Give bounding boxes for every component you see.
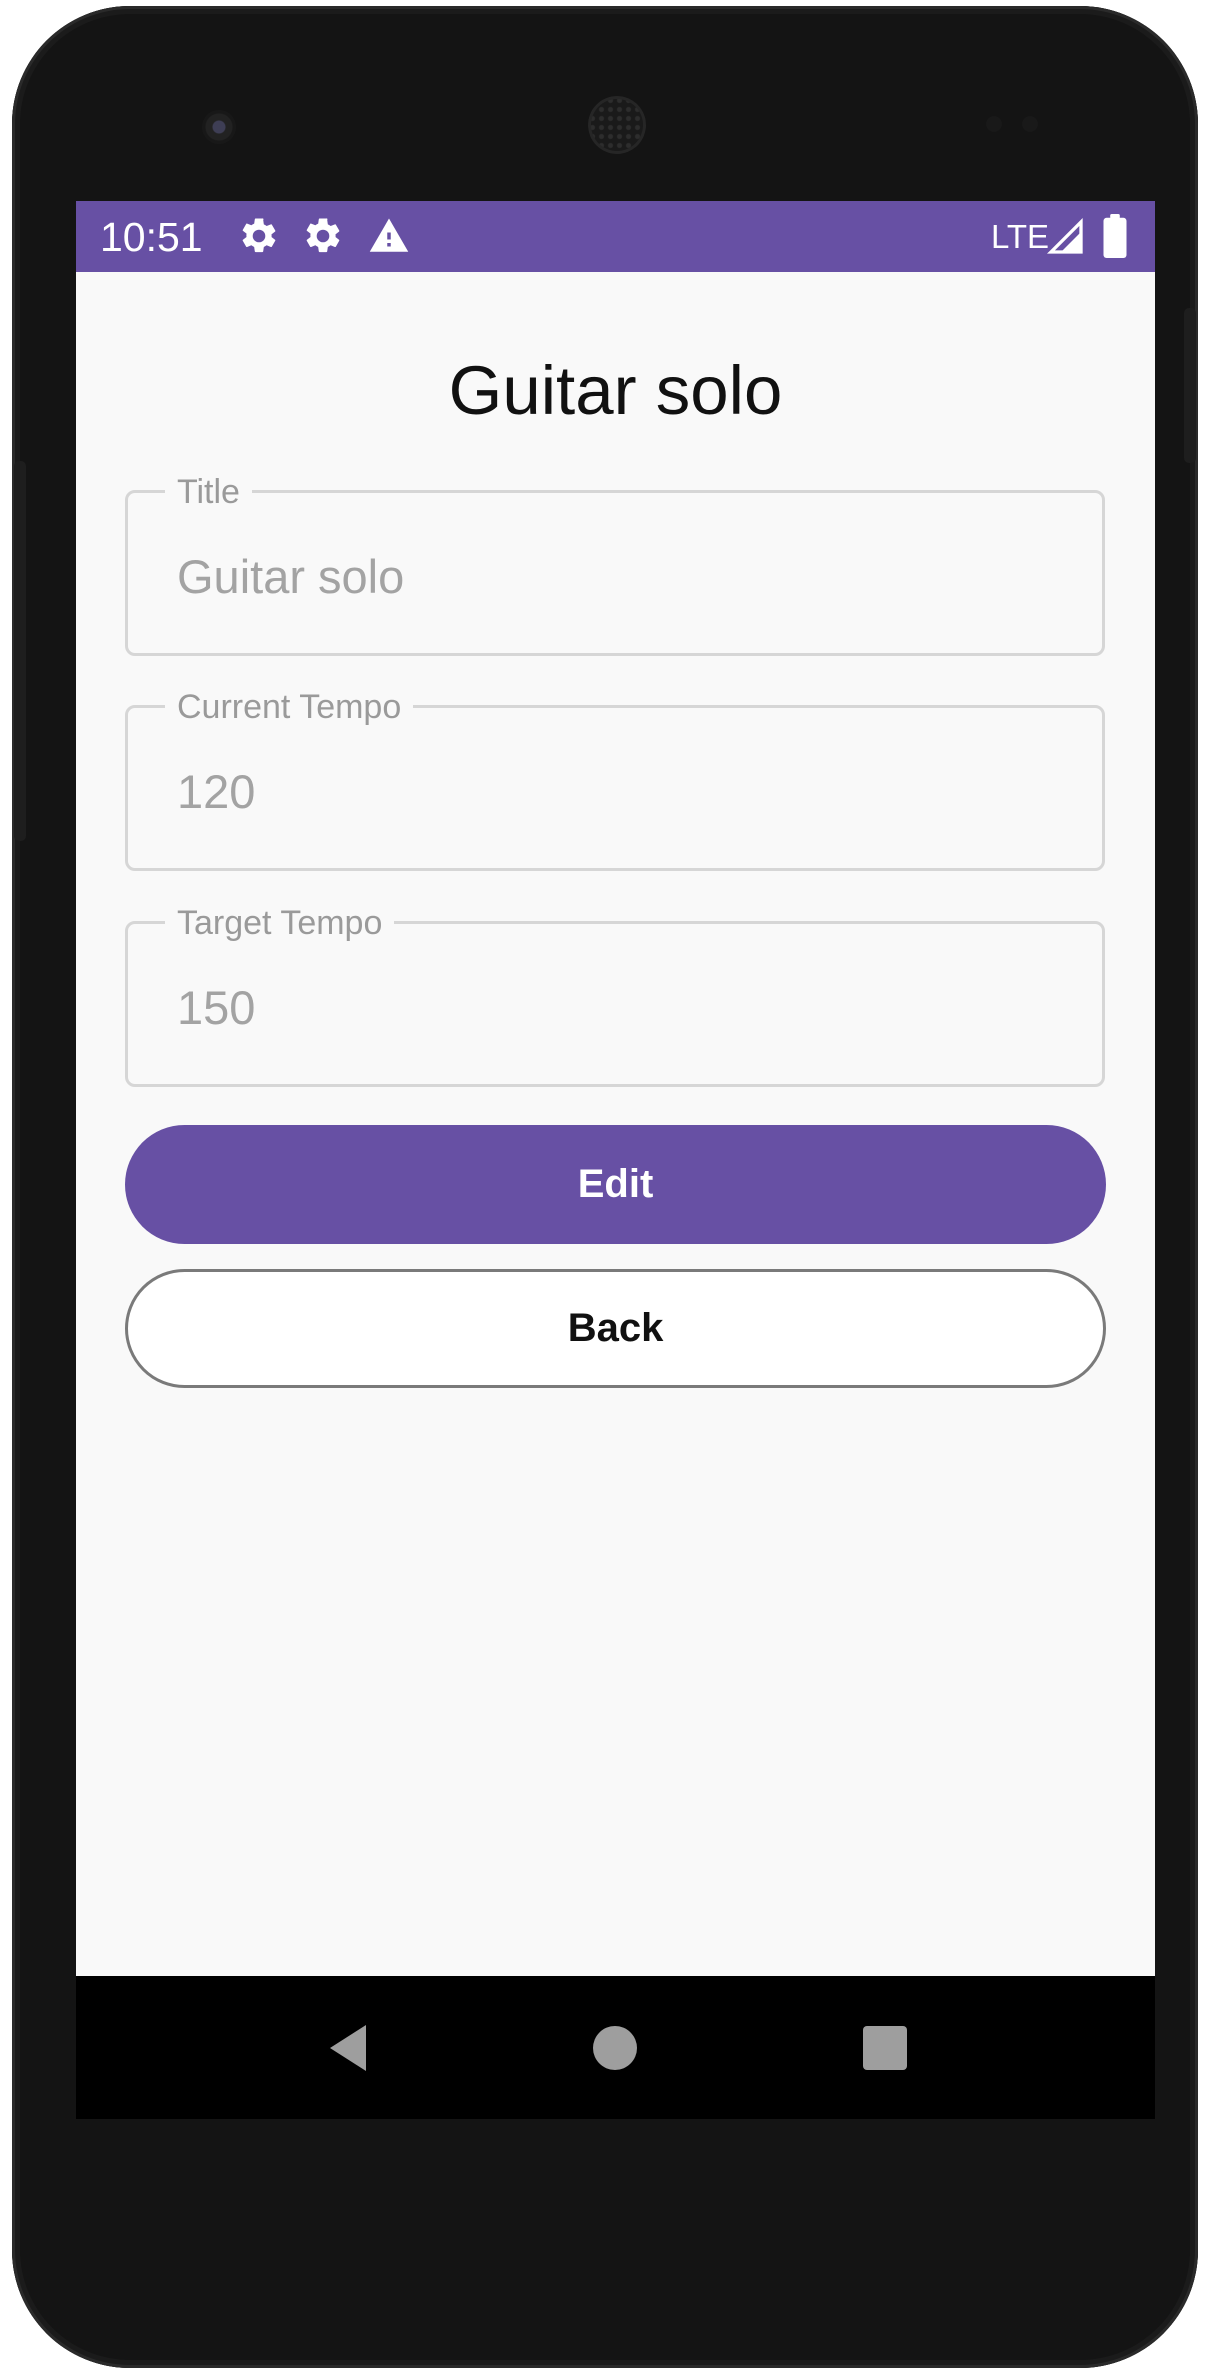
navigation-bar [76, 1976, 1155, 2119]
page-title: Guitar solo [448, 352, 783, 429]
light-sensor [1022, 116, 1038, 132]
target-tempo-field-label: Target Tempo [165, 903, 395, 943]
title-field-label: Title [165, 472, 252, 512]
settings-icon [242, 218, 276, 253]
phone-frame: 10:51 LTE Guitar solo Title Guitar solo … [12, 6, 1198, 2368]
proximity-sensor [986, 116, 1002, 132]
back-triangle-icon[interactable] [286, 1976, 406, 2119]
power-button [1184, 308, 1196, 463]
current-tempo-field-value[interactable]: 120 [177, 764, 255, 820]
warning-icon [369, 218, 409, 252]
edit-button[interactable]: Edit [125, 1125, 1106, 1244]
earpiece-speaker-icon [588, 96, 646, 154]
status-time: 10:51 [100, 214, 203, 260]
title-field[interactable]: Title Guitar solo [125, 472, 1105, 656]
target-tempo-field-value[interactable]: 150 [177, 980, 255, 1036]
current-tempo-field-label: Current Tempo [165, 687, 414, 727]
status-bar: 10:51 LTE [76, 201, 1155, 272]
home-circle-icon[interactable] [555, 1976, 675, 2119]
back-button[interactable]: Back [125, 1269, 1106, 1388]
current-tempo-field[interactable]: Current Tempo 120 [125, 687, 1105, 871]
front-camera-icon [202, 110, 236, 144]
target-tempo-field[interactable]: Target Tempo 150 [125, 903, 1105, 1087]
signal-icon [1046, 217, 1083, 254]
settings-icon [306, 218, 340, 253]
volume-button [14, 461, 26, 841]
title-field-value[interactable]: Guitar solo [177, 549, 404, 605]
battery-icon [1103, 213, 1127, 259]
app-screen: 10:51 LTE Guitar solo Title Guitar solo … [76, 201, 1155, 2119]
network-type-label: LTE [991, 218, 1050, 255]
recents-square-icon[interactable] [825, 1976, 945, 2119]
